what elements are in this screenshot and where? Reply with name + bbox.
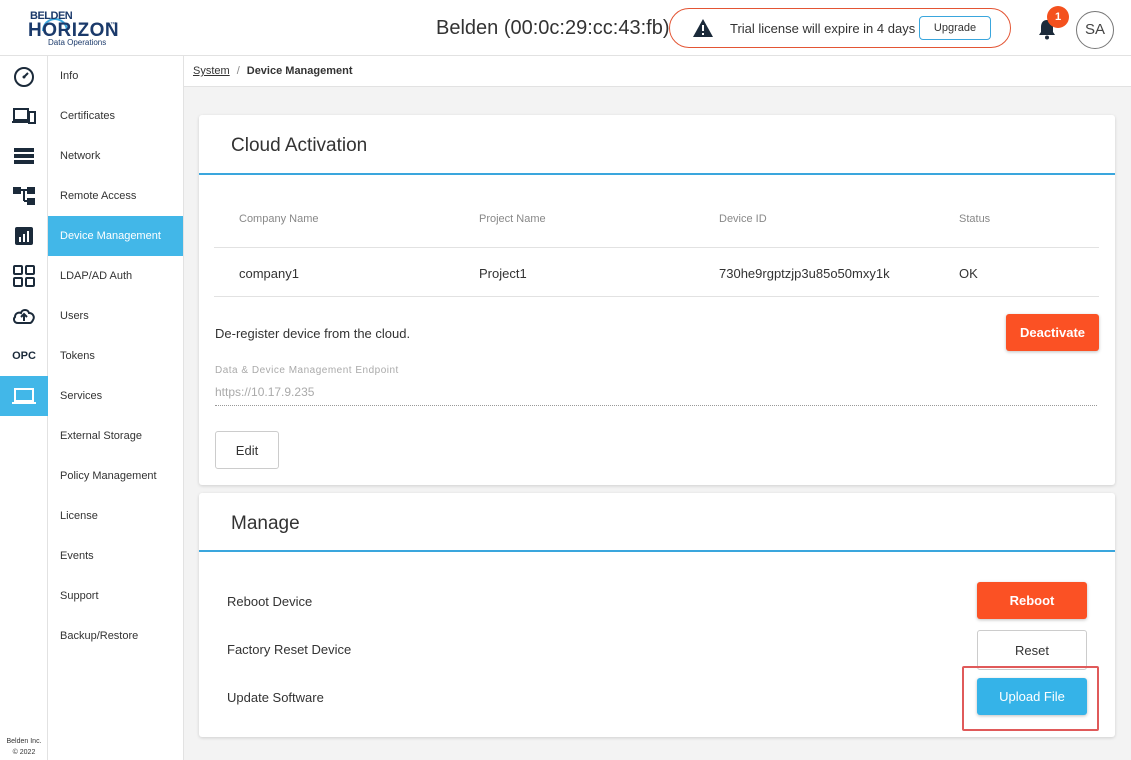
submenu-item-support[interactable]: Support — [48, 576, 183, 616]
reboot-button[interactable]: Reboot — [977, 582, 1087, 619]
edit-button[interactable]: Edit — [215, 431, 279, 469]
submenu-item-network[interactable]: Network — [48, 136, 183, 176]
belden-horizon-logo[interactable]: BELDEN HORIZON ™ Data Operations — [28, 10, 128, 48]
endpoint-field[interactable]: https://10.17.9.235 — [215, 385, 314, 399]
deregister-text: De-register device from the cloud. — [215, 326, 411, 341]
submenu-item-remote-access[interactable]: Remote Access — [48, 176, 183, 216]
breadcrumb-separator: / — [236, 65, 240, 77]
cloud-upload-icon — [13, 309, 35, 324]
cell-status: OK — [959, 266, 978, 281]
copyright-footer: Belden Inc. © 2022 — [0, 736, 48, 758]
opc-icon: OPC — [12, 350, 36, 362]
system-submenu: Info Certificates Network Remote Access … — [48, 56, 184, 760]
devices-icon — [12, 108, 36, 124]
cell-company-name: company1 — [239, 266, 299, 281]
breadcrumb-current: Device Management — [246, 65, 353, 77]
breadcrumb: System / Device Management — [184, 56, 1131, 87]
footer-company: Belden Inc. — [6, 738, 42, 745]
upload-highlight-box — [962, 666, 1099, 731]
endpoint-underline — [215, 405, 1097, 406]
column-header-company: Company Name — [239, 213, 319, 225]
apps-grid-icon — [13, 265, 35, 287]
reboot-device-label: Reboot Device — [227, 594, 313, 609]
rail-item-system[interactable] — [0, 376, 48, 416]
submenu-item-device-management[interactable]: Device Management — [48, 216, 183, 256]
submenu-item-certificates[interactable]: Certificates — [48, 96, 183, 136]
logo-subtitle: Data Operations — [48, 38, 107, 47]
deactivate-button[interactable]: Deactivate — [1006, 314, 1099, 351]
icon-rail: OPC Belden Inc. © 2022 — [0, 56, 48, 760]
endpoint-label: Data & Device Management Endpoint — [215, 365, 399, 376]
list-icon — [14, 148, 34, 164]
cell-device-id: 730he9rgptzjp3u85o50mxy1k — [719, 266, 890, 281]
submenu-item-external-storage[interactable]: External Storage — [48, 416, 183, 456]
rail-item-devices[interactable] — [0, 96, 48, 136]
footer-year: © 2022 — [12, 749, 36, 756]
reset-button[interactable]: Reset — [977, 630, 1087, 670]
cloud-activation-divider — [199, 173, 1115, 175]
rail-item-dashboard[interactable] — [0, 56, 48, 96]
rail-item-cloud[interactable] — [0, 296, 48, 336]
device-title: Belden (00:0c:29:cc:43:fb) — [436, 17, 670, 39]
rail-item-apps[interactable] — [0, 256, 48, 296]
upgrade-button[interactable]: Upgrade — [919, 16, 991, 40]
rail-item-analytics[interactable] — [0, 216, 48, 256]
table-header-divider — [214, 247, 1099, 248]
submenu-item-policy-management[interactable]: Policy Management — [48, 456, 183, 496]
column-header-status: Status — [959, 213, 991, 225]
manage-title: Manage — [231, 513, 300, 534]
submenu-item-license[interactable]: License — [48, 496, 183, 536]
submenu-item-info[interactable]: Info — [48, 56, 183, 96]
rail-item-list[interactable] — [0, 136, 48, 176]
submenu-item-backup-restore[interactable]: Backup/Restore — [48, 616, 183, 656]
submenu-item-services[interactable]: Services — [48, 376, 183, 416]
warning-icon — [693, 19, 713, 37]
logo-trademark: ™ — [110, 22, 116, 28]
cloud-activation-title: Cloud Activation — [231, 135, 368, 156]
breadcrumb-system-link[interactable]: System — [193, 65, 230, 77]
top-header: BELDEN HORIZON ™ Data Operations Belden … — [0, 0, 1131, 56]
table-row-divider — [214, 296, 1099, 297]
cell-project-name: Project1 — [479, 266, 527, 281]
submenu-item-users[interactable]: Users — [48, 296, 183, 336]
submenu-item-tokens[interactable]: Tokens — [48, 336, 183, 376]
factory-reset-label: Factory Reset Device — [227, 642, 352, 657]
laptop-icon — [12, 388, 36, 404]
notification-count-badge[interactable]: 1 — [1047, 6, 1069, 28]
trial-license-text: Trial license will expire in 4 days — [730, 21, 916, 36]
manage-divider — [199, 550, 1115, 552]
submenu-item-ldap-ad-auth[interactable]: LDAP/AD Auth — [48, 256, 183, 296]
rail-item-opc[interactable]: OPC — [0, 336, 48, 376]
dashboard-gauge-icon — [14, 67, 34, 87]
analytics-icon — [15, 227, 33, 245]
trial-license-banner: Trial license will expire in 4 days Upgr… — [669, 8, 1011, 48]
column-header-project: Project Name — [479, 213, 546, 225]
rail-item-hierarchy[interactable] — [0, 176, 48, 216]
update-software-label: Update Software — [227, 690, 324, 705]
user-avatar[interactable]: SA — [1076, 11, 1114, 49]
cloud-activation-card: Cloud Activation Company Name Project Na… — [199, 115, 1115, 485]
submenu-item-events[interactable]: Events — [48, 536, 183, 576]
column-header-device-id: Device ID — [719, 213, 767, 225]
hierarchy-icon — [13, 187, 35, 205]
